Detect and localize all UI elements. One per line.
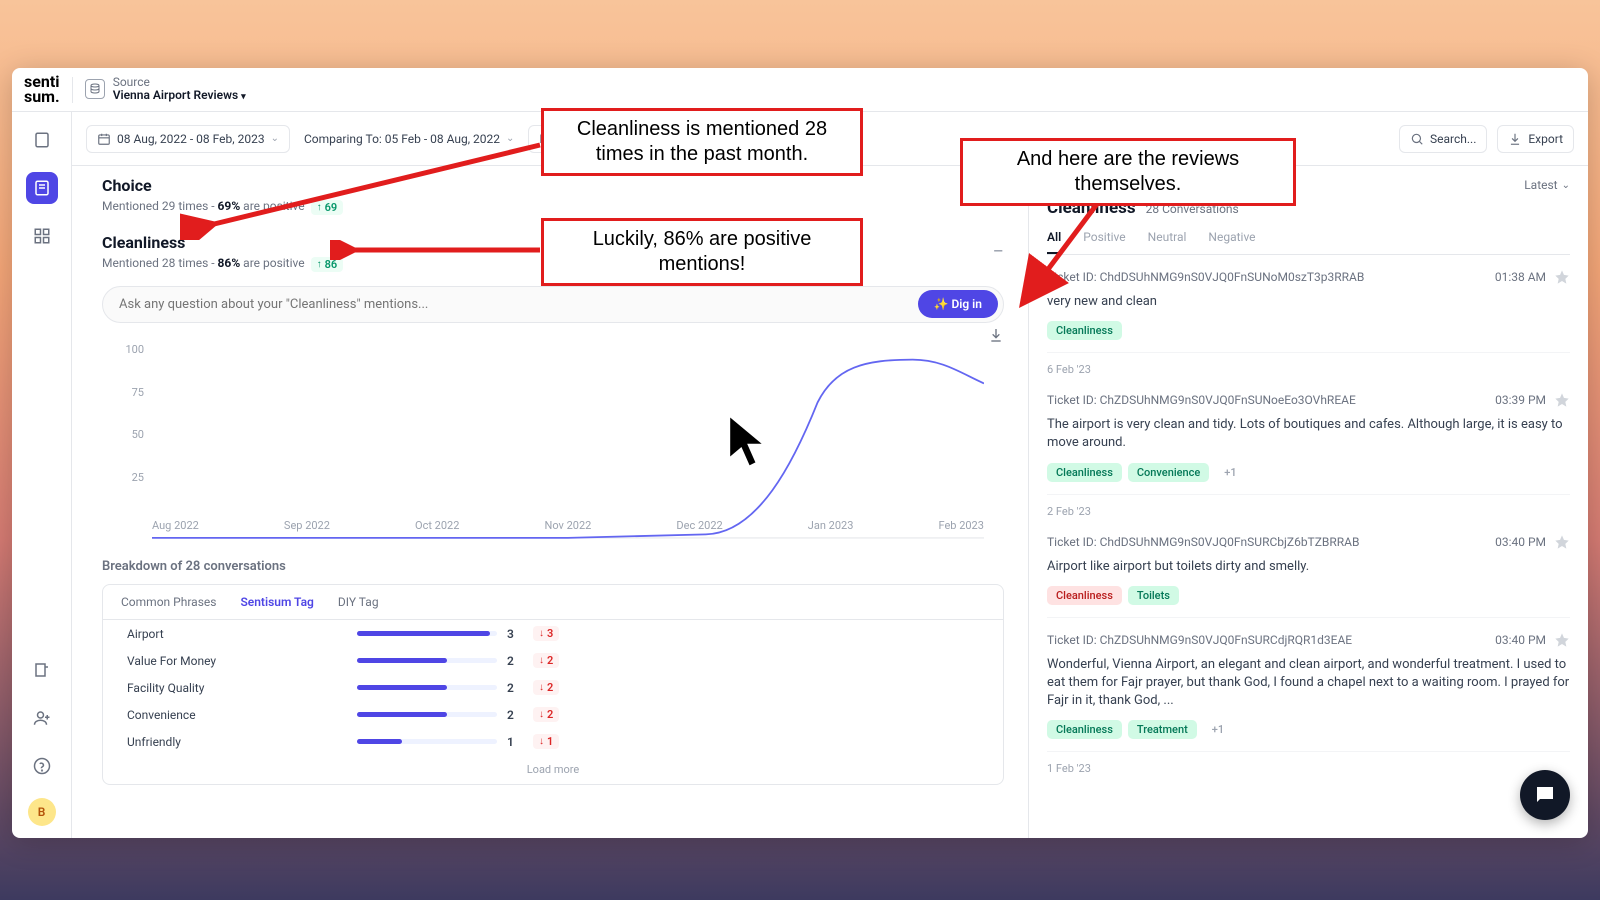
database-icon <box>85 79 105 99</box>
line-chart: 100 75 50 25 Aug 2022 Sep 2022 <box>102 343 1004 543</box>
annotation-3: And here are the reviews themselves. <box>960 138 1296 206</box>
conversation-item[interactable]: Ticket ID: ChdDSUhNMG9nS0VJQ0FnSURCbjZ6b… <box>1047 520 1570 618</box>
date-separator: 6 Feb '23 <box>1047 353 1570 378</box>
user-avatar[interactable]: B <box>28 798 56 826</box>
topic-choice[interactable]: Choice Mentioned 29 times - 69% are posi… <box>102 176 1004 215</box>
search-button[interactable]: Search... <box>1399 125 1487 153</box>
tag-row[interactable]: Facility Quality22 <box>103 674 1003 701</box>
star-icon[interactable] <box>1554 392 1570 408</box>
download-icon <box>1508 132 1522 146</box>
chart-svg <box>152 343 984 539</box>
tab-negative[interactable]: Negative <box>1208 230 1255 254</box>
conversation-item[interactable]: Ticket ID: ChZDSUhNMG9nS0VJQ0FnSUNoeEo3O… <box>1047 378 1570 494</box>
export-button[interactable]: Export <box>1497 125 1574 153</box>
collapse-icon[interactable]: − <box>993 239 1004 263</box>
calendar-icon <box>97 132 111 146</box>
date-separator: 2 Feb '23 <box>1047 495 1570 520</box>
chat-fab[interactable] <box>1520 770 1570 820</box>
conversation-item[interactable]: Ticket ID: ChZDSUhNMG9nS0VJQ0FnSURCdjRQR… <box>1047 618 1570 753</box>
logo: sentisum. <box>24 75 60 104</box>
tab-positive[interactable]: Positive <box>1083 230 1125 254</box>
breakdown-card: Common Phrases Sentisum Tag DIY Tag Airp… <box>102 584 1004 785</box>
star-icon[interactable] <box>1554 269 1570 285</box>
tab-neutral[interactable]: Neutral <box>1148 230 1187 254</box>
tab-sentisum-tag[interactable]: Sentisum Tag <box>240 595 313 609</box>
search-icon <box>1410 132 1424 146</box>
tab-common-phrases[interactable]: Common Phrases <box>121 595 216 609</box>
annotation-2: Luckily, 86% are positive mentions! <box>541 218 863 286</box>
breakdown-title: Breakdown of 28 conversations <box>102 559 1004 574</box>
tab-diy-tag[interactable]: DIY Tag <box>338 595 379 609</box>
ask-input[interactable] <box>102 286 1004 323</box>
tag-row[interactable]: Convenience22 <box>103 701 1003 728</box>
load-more[interactable]: Load more <box>103 755 1003 784</box>
left-rail: B <box>12 112 72 838</box>
conversation-item[interactable]: Ticket ID: ChdDSUhNMG9nS0VJQ0FnSUNoM0szT… <box>1047 255 1570 353</box>
sort-latest[interactable]: Latest ⌄ <box>1524 178 1570 192</box>
chart-download-icon[interactable] <box>988 327 1004 343</box>
topbar: sentisum. Source Vienna Airport Reviews … <box>12 68 1588 112</box>
tag-row[interactable]: Airport33 <box>103 620 1003 647</box>
help-icon[interactable] <box>26 750 58 782</box>
tab-all[interactable]: All <box>1047 230 1061 254</box>
tag-row[interactable]: Unfriendly11 <box>103 728 1003 755</box>
nav-book-icon[interactable] <box>26 124 58 156</box>
export-icon[interactable] <box>26 654 58 686</box>
star-icon[interactable] <box>1554 632 1570 648</box>
add-user-icon[interactable] <box>26 702 58 734</box>
nav-dashboard-icon[interactable] <box>26 220 58 252</box>
source-selector[interactable]: Source Vienna Airport Reviews ▾ <box>85 76 246 103</box>
dig-in-button[interactable]: ✨ Dig in <box>918 290 999 318</box>
compare-chip[interactable]: Comparing To: 05 Feb - 08 Aug, 2022 ⌄ <box>300 126 518 152</box>
date-range-chip[interactable]: 08 Aug, 2022 - 08 Feb, 2023 ⌄ <box>86 125 290 153</box>
tag-row[interactable]: Value For Money22 <box>103 647 1003 674</box>
conversations-panel: All Convers Latest ⌄ Cleanliness 28 Conv… <box>1028 166 1588 838</box>
star-icon[interactable] <box>1554 534 1570 550</box>
app-window: sentisum. Source Vienna Airport Reviews … <box>12 68 1588 838</box>
annotation-1: Cleanliness is mentioned 28 times in the… <box>541 108 863 176</box>
nav-selected-icon[interactable] <box>26 172 58 204</box>
date-separator: 1 Feb '23 <box>1047 752 1570 777</box>
